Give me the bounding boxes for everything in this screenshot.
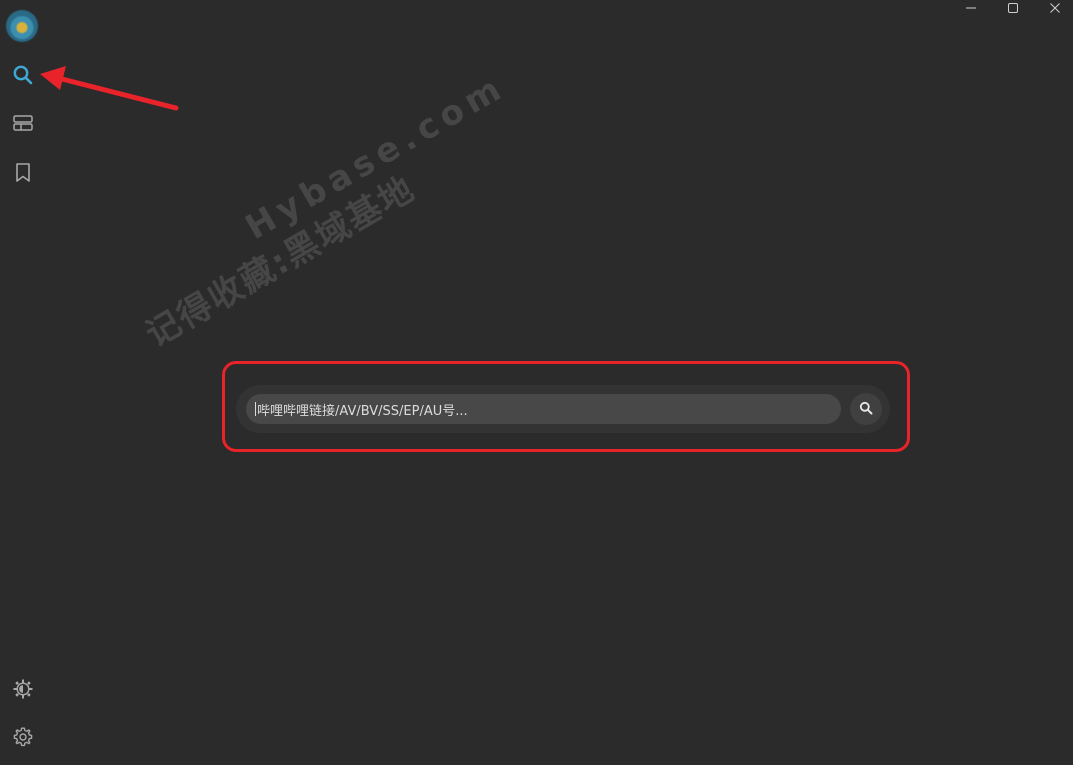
search-input[interactable]: 哔哩哔哩链接/AV/BV/SS/EP/AU号...	[246, 394, 841, 424]
sidebar-item-settings[interactable]	[8, 722, 38, 752]
sidebar-item-list[interactable]	[8, 108, 38, 138]
app-window: 记得收藏:黑域基地 Hybase.com 哔哩哔哩链接/AV/BV/SS/EP/…	[0, 0, 1073, 765]
watermark-line1: 记得收藏:黑域基地	[139, 168, 423, 356]
maximize-icon	[1007, 0, 1019, 18]
sidebar-item-theme[interactable]	[8, 674, 38, 704]
text-caret	[255, 402, 256, 416]
close-button[interactable]	[1034, 0, 1073, 16]
search-icon	[859, 400, 873, 419]
avatar[interactable]	[6, 10, 38, 42]
watermark-line2: Hybase.com	[238, 66, 513, 248]
list-icon	[12, 112, 34, 134]
search-icon	[12, 64, 34, 86]
sidebar-item-bookmark[interactable]	[8, 157, 38, 187]
minimize-button[interactable]	[950, 0, 992, 16]
maximize-button[interactable]	[992, 0, 1034, 16]
annotation-arrow	[40, 66, 179, 111]
watermark: 记得收藏:黑域基地 Hybase.com	[80, 0, 513, 355]
sidebar	[0, 0, 46, 765]
theme-icon	[12, 678, 34, 700]
gear-icon	[12, 726, 34, 748]
search-bar: 哔哩哔哩链接/AV/BV/SS/EP/AU号...	[236, 385, 890, 433]
bookmark-icon	[12, 161, 34, 183]
search-placeholder: 哔哩哔哩链接/AV/BV/SS/EP/AU号...	[257, 403, 468, 419]
close-icon	[1049, 0, 1061, 18]
sidebar-item-search[interactable]	[8, 60, 38, 90]
search-button[interactable]	[850, 393, 882, 425]
minimize-icon	[965, 0, 977, 18]
